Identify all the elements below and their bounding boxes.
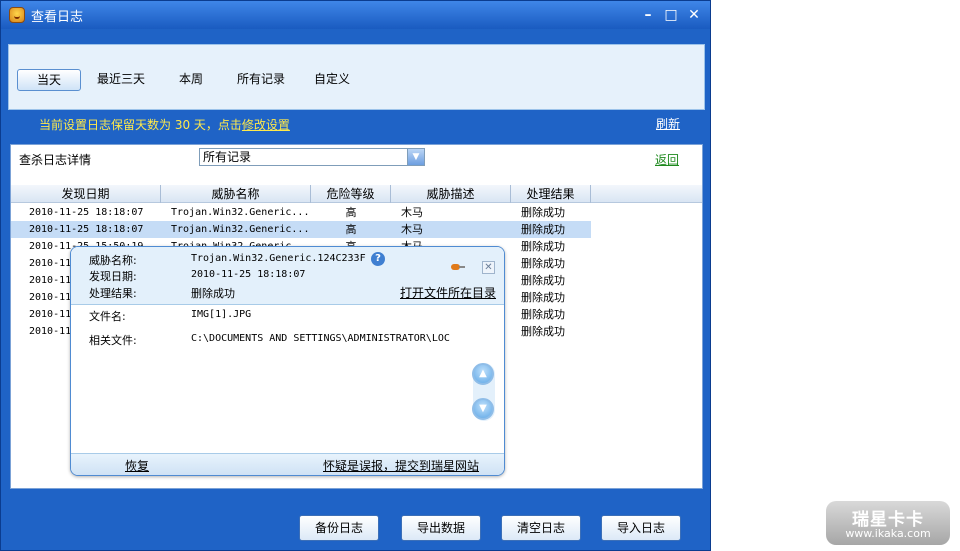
modify-settings-link[interactable]: 修改设置 (242, 118, 290, 132)
cell-result: 删除成功 (521, 308, 565, 321)
retention-notice: 当前设置日志保留天数为 30 天，点击修改设置 (39, 116, 290, 133)
chevron-down-icon[interactable]: ▼ (407, 149, 424, 165)
table-row[interactable]: 2010-11-25 18:18:07 Trojan.Win32.Generic.… (11, 221, 591, 238)
log-viewer-window: 查看日志 – □ ✕ 当天 最近三天 本周 所有记录 自定义 当前设置日志保留天… (0, 0, 711, 551)
result-label: 处理结果: (89, 287, 137, 300)
found-date-value: 2010-11-25 18:18:07 (191, 269, 306, 280)
tab-this-week[interactable]: 本周 (169, 69, 213, 91)
popup-footer: 恢复 怀疑是误报，提交到瑞星网站 (71, 453, 504, 475)
cell-result: 删除成功 (521, 223, 565, 236)
watermark-url: www.ikaka.com (845, 527, 931, 540)
backup-log-button[interactable]: 备份日志 (299, 515, 379, 541)
cell-result: 删除成功 (521, 240, 565, 253)
cell-result: 删除成功 (521, 274, 565, 287)
cell-result: 删除成功 (521, 257, 565, 270)
column-header-description[interactable]: 威胁描述 (391, 185, 511, 203)
cell-threat-name: Trojan.Win32.Generic... (171, 207, 310, 218)
restore-link[interactable]: 恢复 (125, 457, 149, 474)
table-row[interactable]: 2010-11-25 18:18:07 Trojan.Win32.Generic.… (11, 204, 591, 221)
threat-name-value: Trojan.Win32.Generic.124C233F (191, 253, 366, 264)
filter-label: 查杀日志详情 (19, 153, 92, 167)
tab-all-records[interactable]: 所有记录 (227, 69, 295, 91)
report-false-positive-link[interactable]: 怀疑是误报，提交到瑞星网站 (323, 457, 479, 474)
rising-lion-app-icon (9, 7, 25, 23)
tab-last-three-days[interactable]: 最近三天 (87, 69, 155, 91)
tab-today[interactable]: 当天 (17, 69, 81, 91)
date-range-tabs: 当天 最近三天 本周 所有记录 自定义 (8, 44, 705, 110)
column-header-result[interactable]: 处理结果 (511, 185, 591, 203)
result-value: 删除成功 (191, 287, 235, 300)
site-watermark: 瑞星卡卡 www.ikaka.com (826, 501, 950, 545)
pin-icon[interactable] (449, 262, 465, 272)
log-type-selected: 所有记录 (203, 150, 252, 164)
close-icon[interactable]: ✕ (685, 6, 703, 24)
cell-result: 删除成功 (521, 291, 565, 304)
help-icon[interactable]: ? (371, 252, 385, 266)
cell-date: 2010-11-25 18:18:07 (29, 207, 144, 218)
scroll-up-icon[interactable]: ▲ (472, 363, 494, 385)
scroll-down-icon[interactable]: ▼ (472, 398, 494, 420)
table-header: 发现日期 威胁名称 危险等级 威胁描述 处理结果 (11, 185, 702, 203)
export-data-button[interactable]: 导出数据 (401, 515, 481, 541)
related-file-label: 相关文件: (89, 334, 137, 347)
cell-description: 木马 (401, 206, 423, 219)
log-type-select[interactable]: 所有记录 ▼ (199, 148, 425, 166)
import-log-button[interactable]: 导入日志 (601, 515, 681, 541)
threat-detail-popup: 威胁名称: Trojan.Win32.Generic.124C233F ? ✕ … (70, 246, 505, 476)
cell-risk-level: 高 (345, 223, 357, 236)
cell-result: 删除成功 (521, 325, 565, 338)
related-file-value: C:\DOCUMENTS AND SETTINGS\ADMINISTRATOR\… (191, 333, 450, 344)
cell-risk-level: 高 (345, 206, 357, 219)
refresh-link[interactable]: 刷新 (656, 115, 680, 132)
open-folder-link[interactable]: 打开文件所在目录 (400, 284, 496, 301)
file-name-value: IMG[1].JPG (191, 309, 252, 320)
cell-description: 木马 (401, 223, 423, 236)
column-header-risk-level[interactable]: 危险等级 (311, 185, 391, 203)
column-header-date[interactable]: 发现日期 (11, 185, 161, 203)
minimize-icon[interactable]: – (639, 6, 657, 24)
threat-name-label: 威胁名称: (89, 254, 137, 267)
file-name-label: 文件名: (89, 310, 126, 323)
cell-result: 删除成功 (521, 206, 565, 219)
maximize-icon[interactable]: □ (662, 6, 680, 24)
close-icon[interactable]: ✕ (482, 261, 495, 274)
cell-threat-name: Trojan.Win32.Generic... (171, 224, 310, 235)
popup-header: 威胁名称: Trojan.Win32.Generic.124C233F ? ✕ … (71, 247, 504, 305)
title-bar[interactable]: 查看日志 – □ ✕ (1, 1, 710, 29)
column-header-threat-name[interactable]: 威胁名称 (161, 185, 311, 203)
tab-custom[interactable]: 自定义 (304, 69, 360, 91)
cell-date: 2010-11-25 18:18:07 (29, 224, 144, 235)
back-link[interactable]: 返回 (655, 151, 679, 168)
window-title: 查看日志 (31, 10, 84, 25)
retention-text: 当前设置日志保留天数为 30 天，点击 (39, 118, 242, 132)
clear-log-button[interactable]: 清空日志 (501, 515, 581, 541)
found-date-label: 发现日期: (89, 270, 137, 283)
